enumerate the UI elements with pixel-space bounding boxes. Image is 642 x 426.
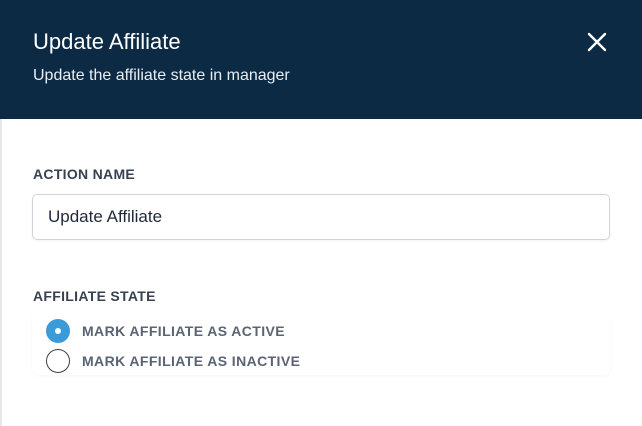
panel-title: Update Affiliate [33, 29, 181, 54]
panel-subtitle: Update the affiliate state in manager [33, 67, 290, 84]
radio-option-active-label: MARK AFFILIATE AS ACTIVE [82, 323, 285, 339]
radio-option-active[interactable]: MARK AFFILIATE AS ACTIVE [46, 318, 285, 344]
radio-option-inactive-label: MARK AFFILIATE AS INACTIVE [82, 353, 301, 369]
action-name-input[interactable] [32, 194, 610, 240]
update-affiliate-panel: Update Affiliate Update the affiliate st… [0, 0, 642, 426]
affiliate-state-label: AFFILIATE STATE [33, 288, 156, 304]
close-button[interactable] [582, 27, 612, 57]
panel-header: Update Affiliate Update the affiliate st… [0, 0, 642, 119]
panel-edge-divider [0, 74, 2, 426]
action-name-label: ACTION NAME [33, 166, 136, 182]
radio-unchecked-icon[interactable] [46, 349, 70, 373]
affiliate-state-radio-group: MARK AFFILIATE AS ACTIVE MARK AFFILIATE … [32, 311, 610, 375]
radio-checked-icon[interactable] [46, 319, 70, 343]
radio-option-inactive[interactable]: MARK AFFILIATE AS INACTIVE [46, 348, 300, 374]
close-icon [587, 32, 607, 52]
